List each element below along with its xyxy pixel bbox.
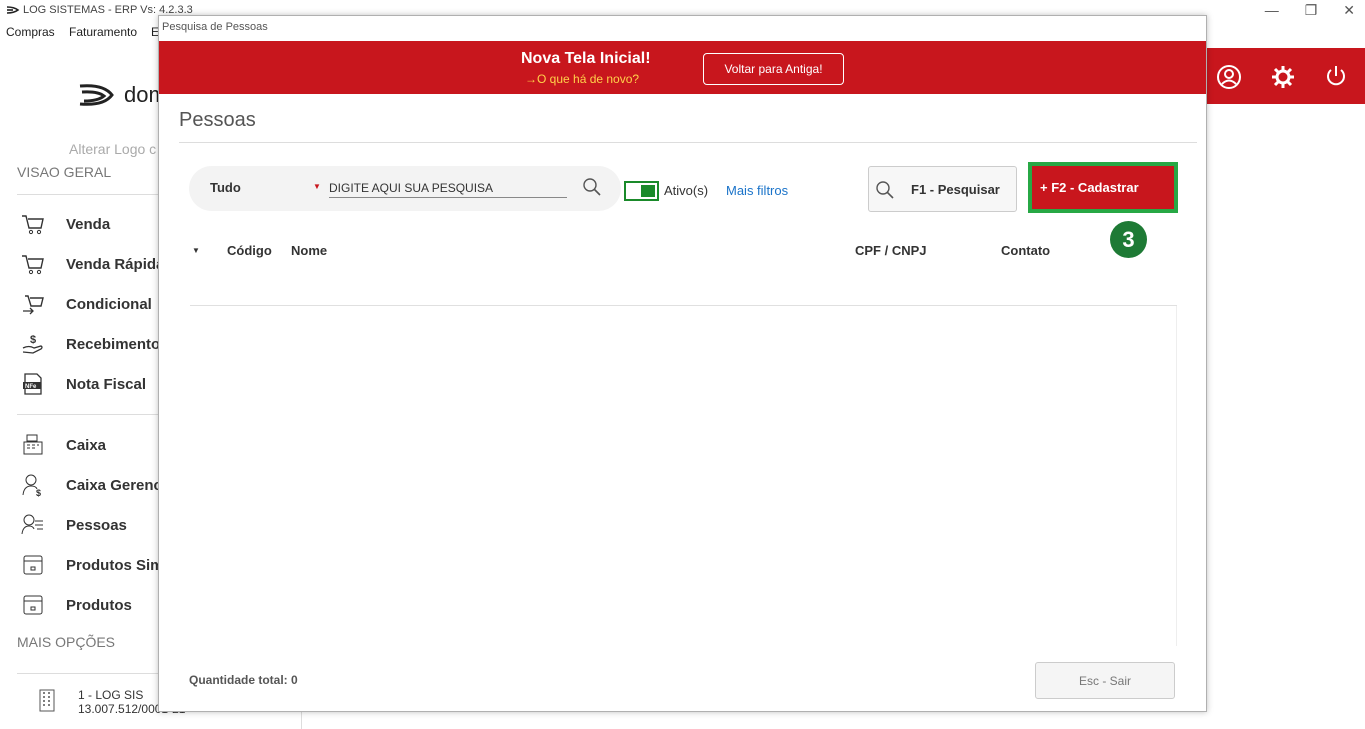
back-to-old-button[interactable]: Voltar para Antiga! (703, 53, 844, 85)
search-button-label: F1 - Pesquisar (911, 182, 1000, 197)
svg-text:$: $ (30, 334, 36, 346)
user-list-icon (20, 513, 46, 537)
column-cpf-cnpj[interactable]: CPF / CNPJ (855, 243, 927, 258)
toggle-knob (641, 185, 655, 197)
whats-new-link[interactable]: →O que há de novo? (525, 72, 639, 86)
search-icon (876, 181, 894, 199)
active-toggle-label: Ativo(s) (664, 183, 709, 198)
sidebar-item-label: Produtos (66, 596, 132, 614)
sidebar-item-nota-fiscal[interactable]: NFe Nota Fiscal (20, 372, 146, 396)
sidebar-item-venda-rapida[interactable]: Venda Rápida (20, 252, 164, 276)
filter-select[interactable]: Tudo (210, 180, 241, 195)
sidebar-item-produtos-simples[interactable]: Produtos Sim (20, 553, 164, 577)
sidebar-item-label: Caixa Gerenc (66, 476, 162, 494)
sidebar-item-produtos[interactable]: Produtos (20, 593, 132, 617)
banner-title: Nova Tela Inicial! (521, 50, 651, 67)
box-icon (20, 553, 46, 577)
sidebar-item-venda[interactable]: Venda (20, 212, 110, 236)
svg-text:NFe: NFe (25, 384, 37, 390)
sidebar-item-pessoas[interactable]: Pessoas (20, 513, 127, 537)
brand-logo: dom (78, 82, 167, 108)
page-title: Pessoas (179, 109, 256, 131)
sort-caret-icon[interactable]: ▼ (192, 246, 200, 255)
sidebar-item-recebimento[interactable]: $ Recebimento (20, 332, 160, 356)
window-controls: — ❐ ✕ (1265, 2, 1355, 19)
menu-faturamento[interactable]: Faturamento (69, 25, 137, 39)
app-logo-icon (6, 6, 20, 14)
sidebar-item-caixa-gerencial[interactable]: $ Caixa Gerenc (20, 473, 162, 497)
sidebar-item-condicional[interactable]: Condicional (20, 292, 152, 316)
section-mais-opcoes: MAIS OPÇÕES (17, 634, 116, 650)
box-icon (20, 593, 46, 617)
menu-compras[interactable]: Compras (6, 25, 55, 39)
search-icon[interactable] (582, 177, 602, 197)
column-nome[interactable]: Nome (291, 243, 327, 258)
more-filters-link[interactable]: Mais filtros (726, 183, 788, 198)
sidebar-item-label: Produtos Sim (66, 556, 164, 574)
results-table-body (190, 306, 1177, 646)
sidebar-item-label: Venda (66, 215, 111, 233)
svg-text:$: $ (36, 488, 41, 497)
divider (179, 142, 1197, 143)
exit-button[interactable]: Esc - Sair (1035, 662, 1175, 699)
user-icon[interactable] (1216, 64, 1242, 90)
total-count: Quantidade total: 0 (189, 673, 298, 687)
sidebar-item-label: Venda Rápida (66, 255, 165, 273)
sidebar-item-label: Condicional (66, 295, 152, 313)
sidebar-item-label: Nota Fiscal (66, 375, 147, 393)
search-button[interactable]: F1 - Pesquisar (868, 166, 1017, 212)
minimize-icon[interactable]: — (1265, 2, 1279, 19)
gear-icon[interactable] (1270, 64, 1296, 90)
new-home-banner: Nova Tela Inicial! →O que há de novo? Vo… (159, 41, 1206, 94)
building-icon (39, 689, 55, 712)
section-visao-geral: VISAO GERAL (17, 164, 112, 180)
sidebar-item-label: Pessoas (66, 516, 127, 534)
cart-fast-icon (20, 252, 46, 276)
active-toggle[interactable] (624, 181, 659, 201)
search-input[interactable] (329, 178, 567, 198)
caret-down-icon[interactable]: ▼ (313, 182, 321, 191)
dialog-title: Pesquisa de Pessoas (162, 21, 268, 33)
sidebar-item-label: Recebimento (66, 335, 161, 353)
sidebar-item-label: Caixa (66, 436, 107, 454)
money-hand-icon: $ (20, 332, 46, 356)
cash-register-icon (20, 433, 46, 457)
column-codigo[interactable]: Código (227, 243, 272, 258)
restore-icon[interactable]: ❐ (1305, 2, 1318, 19)
brand-logo-icon (79, 84, 114, 106)
search-people-dialog: Pesquisa de Pessoas Nova Tela Inicial! →… (158, 15, 1207, 712)
results-table-header: ▼ Código Nome CPF / CNPJ Contato (190, 228, 1177, 306)
cart-swap-icon (20, 292, 46, 316)
cart-icon (20, 212, 46, 236)
search-bar: Tudo ▼ (189, 166, 621, 211)
close-icon[interactable]: ✕ (1343, 2, 1355, 19)
nfe-icon: NFe (20, 372, 46, 396)
add-person-button[interactable]: + F2 - Cadastrar (1028, 162, 1178, 213)
add-person-button-label: + F2 - Cadastrar (1040, 180, 1139, 195)
alter-logo-link[interactable]: Alterar Logo c (69, 141, 156, 157)
main-topbar (1206, 48, 1365, 104)
column-contato[interactable]: Contato (1001, 243, 1050, 258)
user-money-icon: $ (20, 473, 46, 497)
sidebar-item-caixa[interactable]: Caixa (20, 433, 106, 457)
power-icon[interactable] (1324, 64, 1348, 88)
